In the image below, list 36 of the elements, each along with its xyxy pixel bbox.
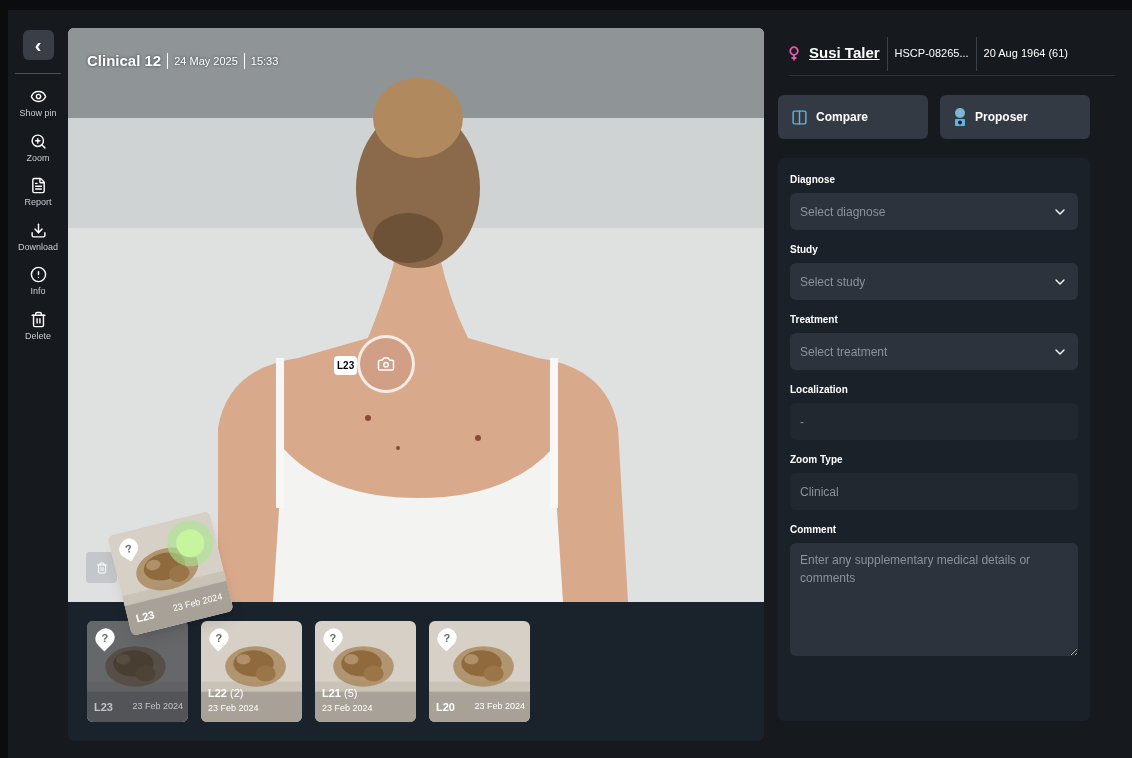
select-field[interactable]: Select diagnose <box>790 193 1078 230</box>
alert-icon <box>29 266 47 283</box>
report-icon <box>29 177 47 194</box>
download-icon <box>29 221 47 239</box>
lesion-thumbnail[interactable]: ? L23 23 Feb 2024 <box>87 621 188 722</box>
sidebar-tool[interactable]: Info <box>10 266 66 299</box>
lesion-thumbnail[interactable]: ? L21 (5) 23 Feb 2024 <box>315 621 416 722</box>
field-label: Treatment <box>790 313 839 327</box>
sidebar-tool[interactable]: Download <box>10 221 66 254</box>
readonly-field: Clinical <box>790 473 1078 510</box>
eye-icon <box>29 88 47 105</box>
field-label: Localization <box>790 383 849 397</box>
patient-name-link[interactable]: Susi Taler <box>809 42 880 65</box>
select-field[interactable]: Select study <box>790 263 1078 300</box>
field-label: Comment <box>790 523 838 537</box>
female-icon <box>789 46 799 61</box>
lesion-thumbnail[interactable]: ? L20 23 Feb 2024 <box>429 621 530 722</box>
field-label: Diagnose <box>790 173 836 187</box>
field-label: Zoom Type <box>790 453 844 467</box>
action-button[interactable]: Compare <box>778 95 928 139</box>
sidebar-tool[interactable]: Zoom <box>10 132 66 165</box>
patient-id: HSCP-08265... <box>894 46 969 62</box>
readonly-field: - <box>790 403 1078 440</box>
trash-icon <box>29 310 47 328</box>
select-field[interactable]: Select treatment <box>790 333 1078 370</box>
sidebar-tool[interactable]: Show pin <box>10 88 66 121</box>
compare-icon <box>791 108 808 126</box>
sidebar-tool[interactable]: Report <box>10 177 66 210</box>
comment-field[interactable]: Enter any supplementary medical details or comments <box>790 543 1078 656</box>
birth-date: 20 Aug 1964 (61) <box>983 46 1068 62</box>
lesion-thumbnail[interactable]: ? L22 (2) 23 Feb 2024 <box>201 621 302 722</box>
sidebar-tool[interactable]: Delete <box>10 310 66 343</box>
field-label: Study <box>790 243 819 257</box>
zoom-in-icon <box>29 132 47 150</box>
action-button[interactable]: Proposer <box>940 95 1090 139</box>
back-button[interactable]: ‹ <box>22 30 54 60</box>
